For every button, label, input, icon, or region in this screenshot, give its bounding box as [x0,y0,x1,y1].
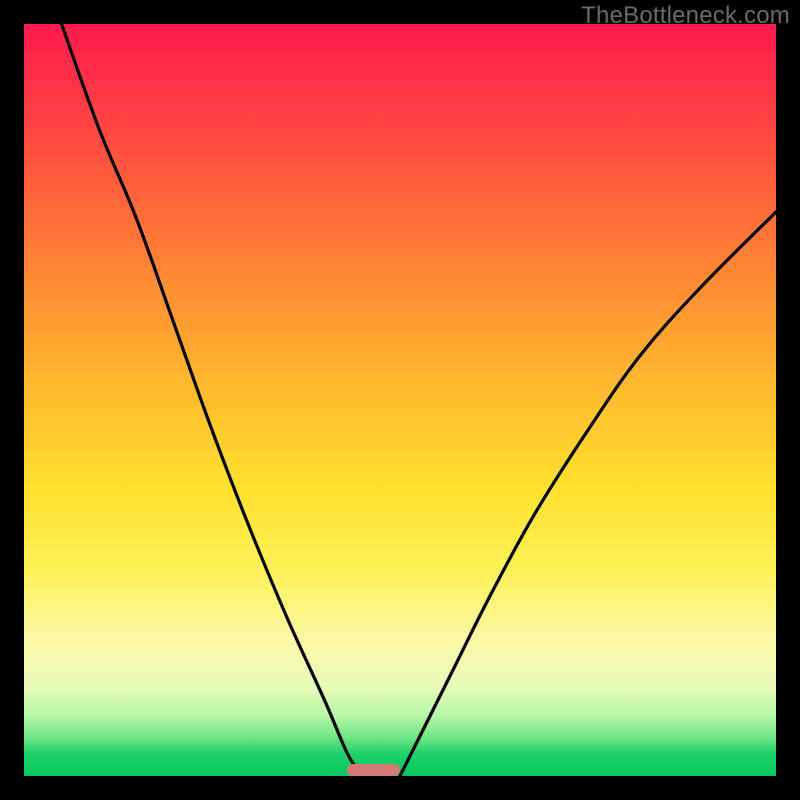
curves-svg [24,24,776,776]
left-curve [62,24,363,776]
right-curve [400,212,776,776]
bottleneck-marker [347,764,400,776]
watermark-text: TheBottleneck.com [581,2,790,30]
plot-frame [24,24,776,776]
